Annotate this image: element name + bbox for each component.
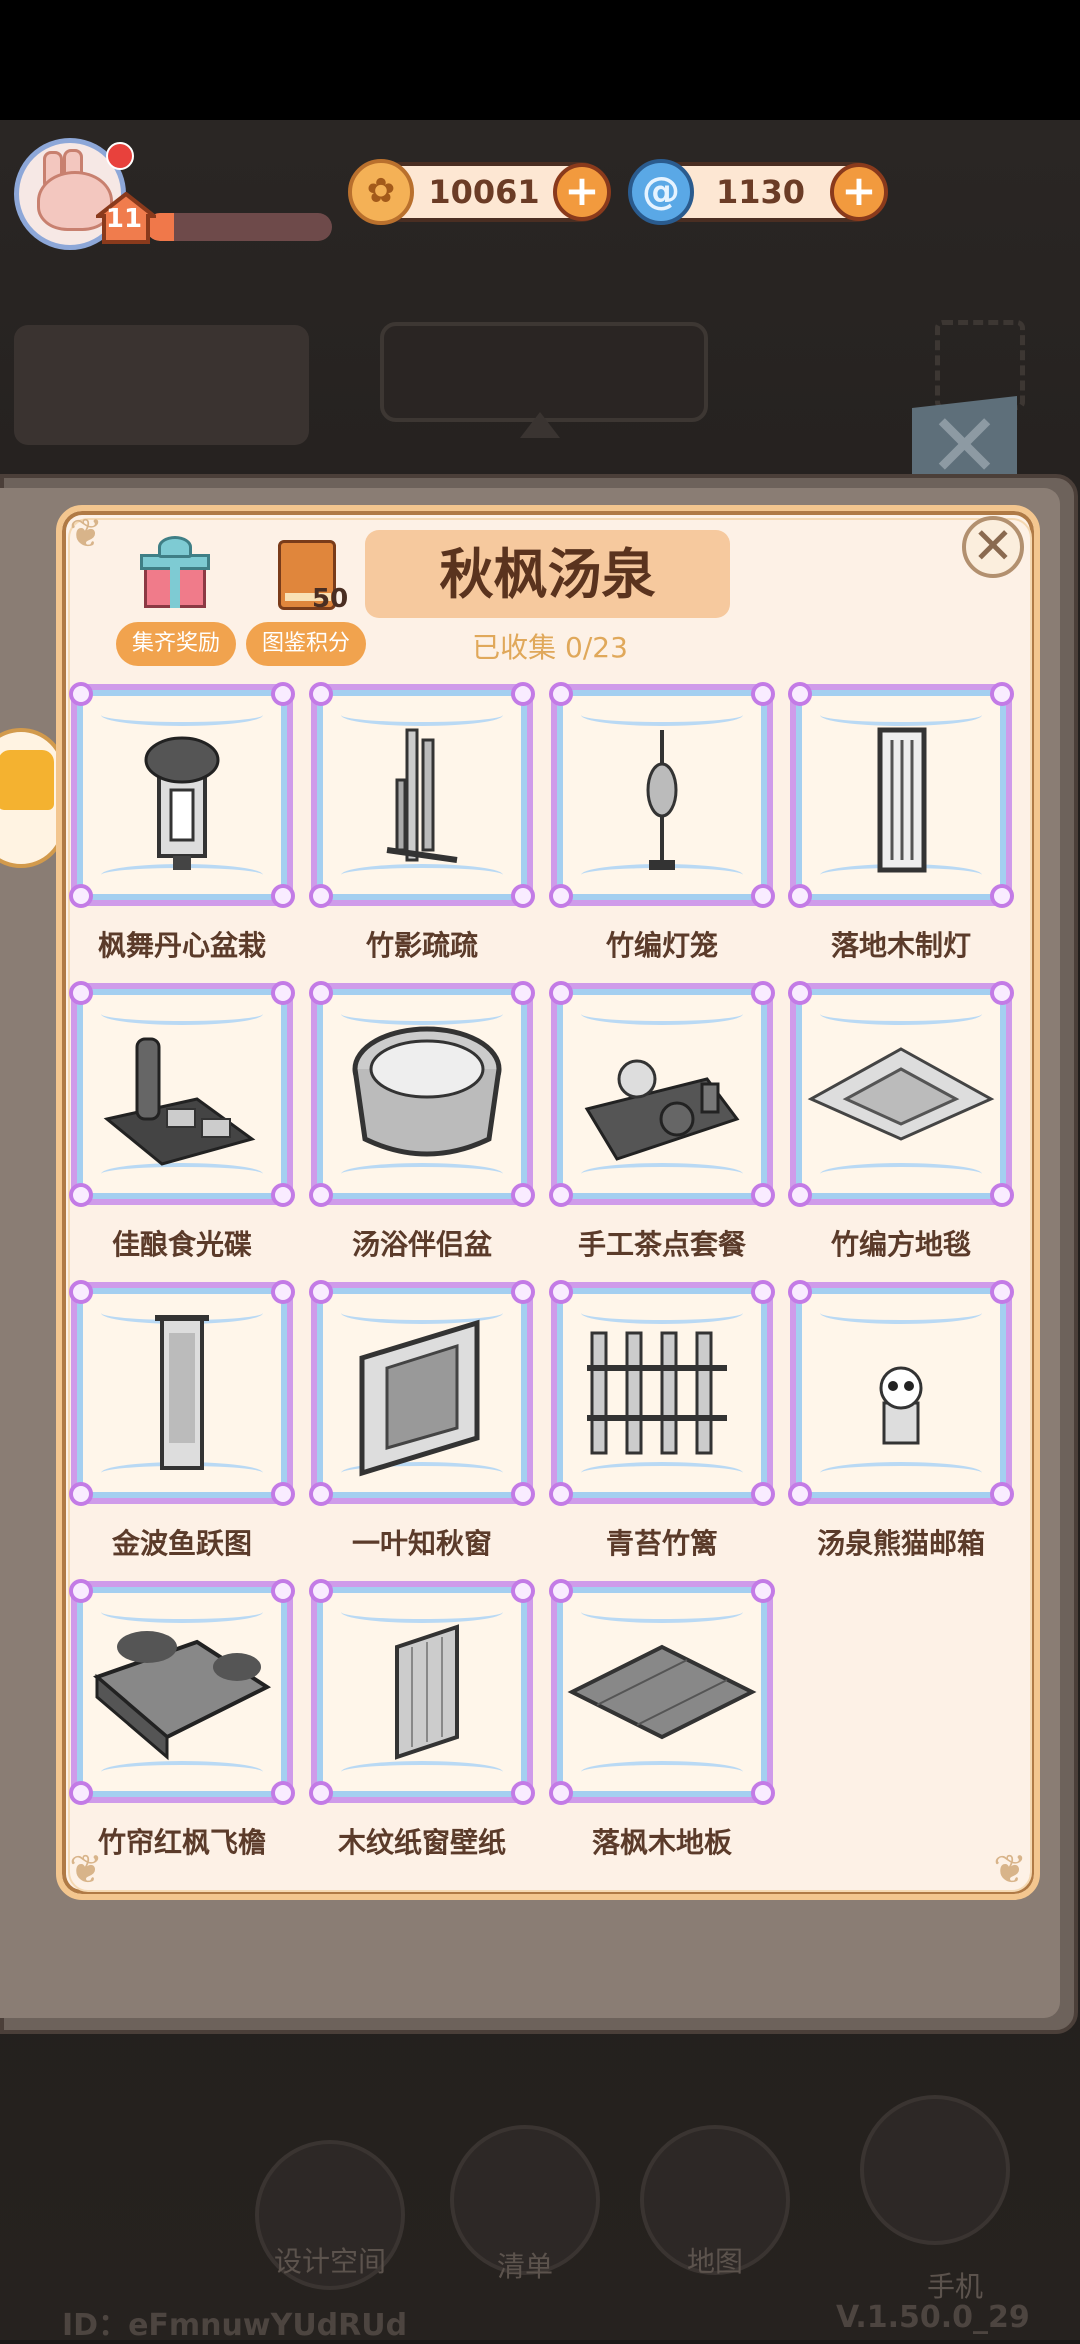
item-label: 落地木制灯: [830, 929, 971, 962]
roof-eave-icon: [93, 1631, 272, 1761]
nav-label-design: 设计空间: [273, 2245, 386, 2278]
item-card[interactable]: [549, 981, 775, 1207]
item-label: 竹编灯笼: [605, 929, 718, 962]
add-spirals-button[interactable]: +: [830, 163, 888, 221]
item-label: 木纹纸窗壁纸: [337, 1826, 506, 1859]
scan-icon: [935, 320, 1025, 410]
hanging-scroll-icon: [155, 1315, 209, 1470]
player-level: 11: [105, 204, 143, 234]
sake-tray-icon: [103, 1037, 256, 1166]
item-card[interactable]: [69, 682, 295, 908]
nav-label-map: 地图: [686, 2245, 743, 2278]
phone-icon: [860, 2095, 1010, 2245]
spiral-icon: @: [628, 159, 694, 225]
reward-button[interactable]: 集齐奖励: [116, 622, 236, 666]
item-label: 金波鱼跃图: [111, 1527, 252, 1560]
window-icon: [359, 1319, 480, 1477]
score-value: 50: [312, 584, 349, 614]
wood-floor-icon: [567, 1644, 757, 1740]
status-bar: [0, 0, 1080, 120]
backdrop-event-card: [14, 325, 309, 445]
app-version: V.1.50.0_29: [836, 2300, 1030, 2335]
item-label: 竹影疏疏: [365, 929, 478, 962]
square-rug-icon: [807, 1047, 995, 1141]
item-card[interactable]: [549, 682, 775, 908]
gift-icon[interactable]: [140, 536, 210, 608]
item-label: 手工茶点套餐: [577, 1228, 746, 1261]
bamboo-icon: [386, 728, 458, 863]
item-card[interactable]: [549, 1280, 775, 1506]
lantern-icon: [646, 730, 678, 870]
corner-ornament-icon: ❦: [69, 511, 103, 557]
item-label: 佳酿食光碟: [111, 1228, 252, 1261]
spiral-value: 1130: [715, 173, 806, 211]
item-label: 枫舞丹心盆栽: [97, 929, 266, 962]
item-card[interactable]: [309, 682, 535, 908]
item-label: 竹帘红枫飞檐: [97, 1826, 266, 1859]
item-label: 竹编方地毯: [830, 1228, 971, 1261]
item-card[interactable]: [309, 981, 535, 1207]
collected-count: 已收集 0/23: [472, 631, 628, 664]
item-card[interactable]: [309, 1280, 535, 1506]
tea-set-icon: [584, 1059, 740, 1161]
floor-lamp-icon: [877, 727, 927, 873]
item-label: 一叶知秋窗: [351, 1527, 492, 1560]
item-label: 汤浴伴侣盆: [351, 1228, 492, 1261]
collection-title: 秋枫汤泉: [439, 542, 656, 606]
item-card[interactable]: [788, 1280, 1014, 1506]
item-card[interactable]: [788, 682, 1014, 908]
add-coins-button[interactable]: +: [553, 163, 611, 221]
item-card[interactable]: [549, 1579, 775, 1805]
bamboo-fence-icon: [587, 1331, 727, 1455]
player-id: ID：eFmnuwYUdRUd: [62, 2308, 408, 2343]
nav-label-list: 清单: [496, 2250, 553, 2283]
close-button[interactable]: ✕: [962, 516, 1024, 578]
wallpaper-icon: [395, 1624, 459, 1760]
potted-plant-icon: [144, 736, 220, 870]
item-label: 青苔竹篱: [605, 1527, 718, 1560]
item-label: 汤泉熊猫邮箱: [816, 1527, 985, 1560]
backdrop-pointer: [520, 412, 560, 438]
coin-icon: ✿: [348, 159, 414, 225]
item-label: 落枫木地板: [591, 1826, 732, 1859]
notification-dot: [106, 142, 134, 170]
backdrop-banner: [380, 322, 708, 422]
item-card[interactable]: [69, 1280, 295, 1506]
score-button[interactable]: 图鉴积分: [246, 622, 366, 666]
item-card[interactable]: [69, 1579, 295, 1805]
item-card[interactable]: [69, 981, 295, 1207]
item-card[interactable]: [309, 1579, 535, 1805]
coin-value: 10061: [428, 173, 540, 211]
panda-mailbox-icon: [879, 1366, 923, 1445]
xp-bar: [146, 213, 332, 241]
nav-label-phone: 手机: [926, 2270, 983, 2303]
corner-ornament-icon: ❦: [993, 1847, 1027, 1893]
item-card[interactable]: [788, 981, 1014, 1207]
wooden-tub-icon: [352, 1026, 502, 1157]
